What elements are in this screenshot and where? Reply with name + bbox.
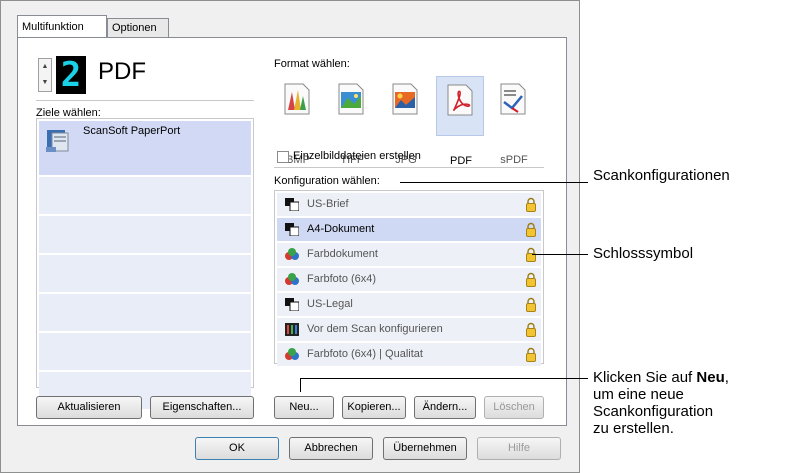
spin-down-icon[interactable]: ▼ [39, 75, 51, 91]
color-document-icon [285, 348, 299, 360]
help-button[interactable]: Hilfe [477, 437, 561, 460]
format-pdf[interactable]: PDF [436, 76, 484, 167]
divider [274, 167, 544, 168]
divider [36, 100, 254, 101]
format-pdf-label: PDF [450, 155, 472, 167]
config-row-farbdokument[interactable]: Farbdokument [277, 243, 541, 266]
format-spdf-label: sPDF [500, 154, 528, 166]
spin-up-icon[interactable]: ▲ [39, 59, 51, 75]
tab-multifunktion-label: Multifunktion [22, 21, 84, 33]
properties-button[interactable]: Eigenschaften... [150, 396, 254, 419]
config-label: Farbfoto (6x4) | Qualitat [307, 348, 423, 360]
config-label: Vor dem Scan konfigurieren [307, 323, 443, 335]
new-annotation-line1: Klicken Sie auf Neu, [593, 370, 729, 385]
config-row-us-brief[interactable]: US-Brief [277, 193, 541, 216]
format-tiff[interactable]: TIFF [328, 76, 376, 166]
config-row-farbfoto[interactable]: Farbfoto (6x4) [277, 268, 541, 291]
lock-callout-line [532, 254, 588, 255]
list-item-empty [39, 177, 251, 214]
new-callout-line [300, 378, 588, 379]
color-document-icon [285, 248, 299, 260]
single-image-checkbox[interactable] [277, 151, 289, 163]
copy-button[interactable]: Kopieren... [342, 396, 406, 419]
bw-document-icon [285, 298, 299, 311]
configure-before-scan-icon [285, 323, 299, 336]
tab-optionen-label: Optionen [112, 22, 157, 34]
new-button[interactable]: Neu... [274, 396, 334, 419]
single-image-checkbox-label: Einzelbilddateien erstellen [293, 150, 421, 162]
format-jpg[interactable]: JPG [382, 76, 430, 166]
list-item-empty [39, 216, 251, 253]
new-annotation-line3: Scankonfiguration [593, 403, 714, 420]
lock-icon [526, 272, 536, 287]
spdf-icon [500, 83, 526, 115]
tiff-icon [338, 83, 364, 115]
led-digit-display: 2 [56, 56, 86, 94]
apply-button[interactable]: Übernehmen [383, 437, 467, 460]
format-spdf[interactable]: sPDF [490, 76, 538, 166]
cancel-button[interactable]: Abbrechen [289, 437, 373, 460]
new-annotation-prefix: Klicken Sie auf [593, 369, 697, 386]
lock-icon [526, 322, 536, 337]
format-selector: BMP TIFF JPG PDF sPDF [274, 76, 544, 167]
scanner-dialog: Multifunktion Optionen ▲ ▼ 2 PDF Ziele w… [0, 0, 580, 473]
destination-list[interactable]: ScanSoft PaperPort [36, 118, 254, 409]
new-annotation-suffix: , [724, 369, 729, 386]
config-label: Konfiguration wählen: [274, 175, 380, 187]
format-bmp[interactable]: BMP [274, 76, 322, 166]
new-callout-vline [300, 378, 301, 392]
bw-document-icon [285, 223, 299, 236]
tab-panel: ▲ ▼ 2 PDF Ziele wählen: ScanSoft PaperPo… [17, 37, 567, 426]
bmp-icon [284, 83, 310, 115]
config-row-a4-dokument[interactable]: A4-Dokument [277, 218, 541, 241]
jpg-icon [392, 83, 418, 115]
tab-optionen[interactable]: Optionen [107, 18, 169, 37]
config-label: A4-Dokument [307, 223, 375, 235]
edit-button[interactable]: Ändern... [414, 396, 476, 419]
format-label: Format wählen: [274, 58, 350, 70]
lock-symbol-annotation: Schlosssymbol [593, 245, 694, 262]
list-item-empty [39, 294, 251, 331]
new-annotation-bold: Neu [696, 369, 725, 386]
list-item-empty [39, 333, 251, 370]
lock-icon [526, 197, 536, 212]
config-list[interactable]: US-Brief A4-Dokument Farbdokument Farbfo… [274, 190, 544, 366]
lock-icon [526, 297, 536, 312]
lock-icon [526, 222, 536, 237]
config-label: US-Brief [307, 198, 349, 210]
ok-button[interactable]: OK [195, 437, 279, 460]
list-item-empty [39, 255, 251, 292]
config-row-vor-dem-scan[interactable]: Vor dem Scan konfigurieren [277, 318, 541, 341]
tab-multifunktion[interactable]: Multifunktion [17, 15, 107, 37]
delete-button[interactable]: Löschen [484, 396, 544, 419]
selected-format-name: PDF [98, 58, 146, 85]
destination-label: ScanSoft PaperPort [83, 125, 181, 137]
scan-configs-callout-line [400, 182, 588, 183]
config-row-us-legal[interactable]: US-Legal [277, 293, 541, 316]
paperport-icon [46, 130, 69, 152]
color-document-icon [285, 273, 299, 285]
config-label: US-Legal [307, 298, 353, 310]
config-row-farbfoto-qualitat[interactable]: Farbfoto (6x4) | Qualitat [277, 343, 541, 366]
new-annotation-line4: zu erstellen. [593, 420, 674, 437]
lock-icon [526, 347, 536, 362]
new-annotation-line2: um eine neue [593, 386, 684, 403]
config-label: Farbfoto (6x4) [307, 273, 377, 285]
list-item-scansoft-paperport[interactable]: ScanSoft PaperPort [39, 121, 251, 175]
bw-document-icon [285, 198, 299, 211]
format-spinner[interactable]: ▲ ▼ [38, 58, 52, 92]
scan-configs-annotation: Scankonfigurationen [593, 167, 730, 184]
pdf-icon [447, 84, 473, 116]
config-label: Farbdokument [307, 248, 378, 260]
refresh-button[interactable]: Aktualisieren [36, 396, 142, 419]
